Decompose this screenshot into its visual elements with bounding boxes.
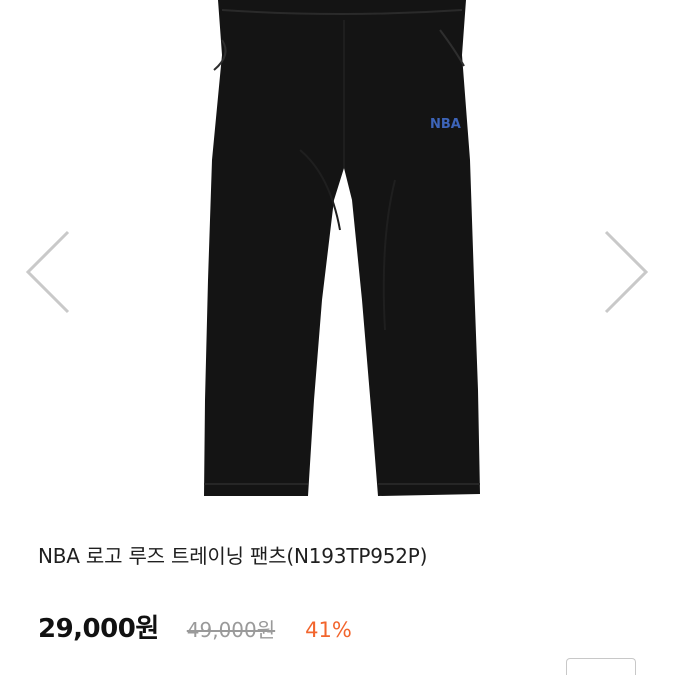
price-row: 29,000원 49,000원 41% xyxy=(38,608,352,645)
action-button[interactable] xyxy=(566,658,636,675)
discount-rate: 41% xyxy=(305,618,352,642)
product-page: NBA NBA 로고 루즈 트레이닝 팬츠(N193TP952P) 29,000… xyxy=(0,0,675,675)
product-title: NBA 로고 루즈 트레이닝 팬츠(N193TP952P) xyxy=(38,544,428,568)
product-image xyxy=(25,0,649,496)
product-image-carousel[interactable]: NBA xyxy=(0,0,675,515)
pants-shape xyxy=(204,0,480,496)
sale-price: 29,000원 xyxy=(38,614,159,644)
prev-image-button[interactable] xyxy=(18,222,74,322)
nba-logo: NBA xyxy=(430,117,461,132)
original-price: 49,000원 xyxy=(186,618,276,642)
next-image-button[interactable] xyxy=(600,222,656,322)
